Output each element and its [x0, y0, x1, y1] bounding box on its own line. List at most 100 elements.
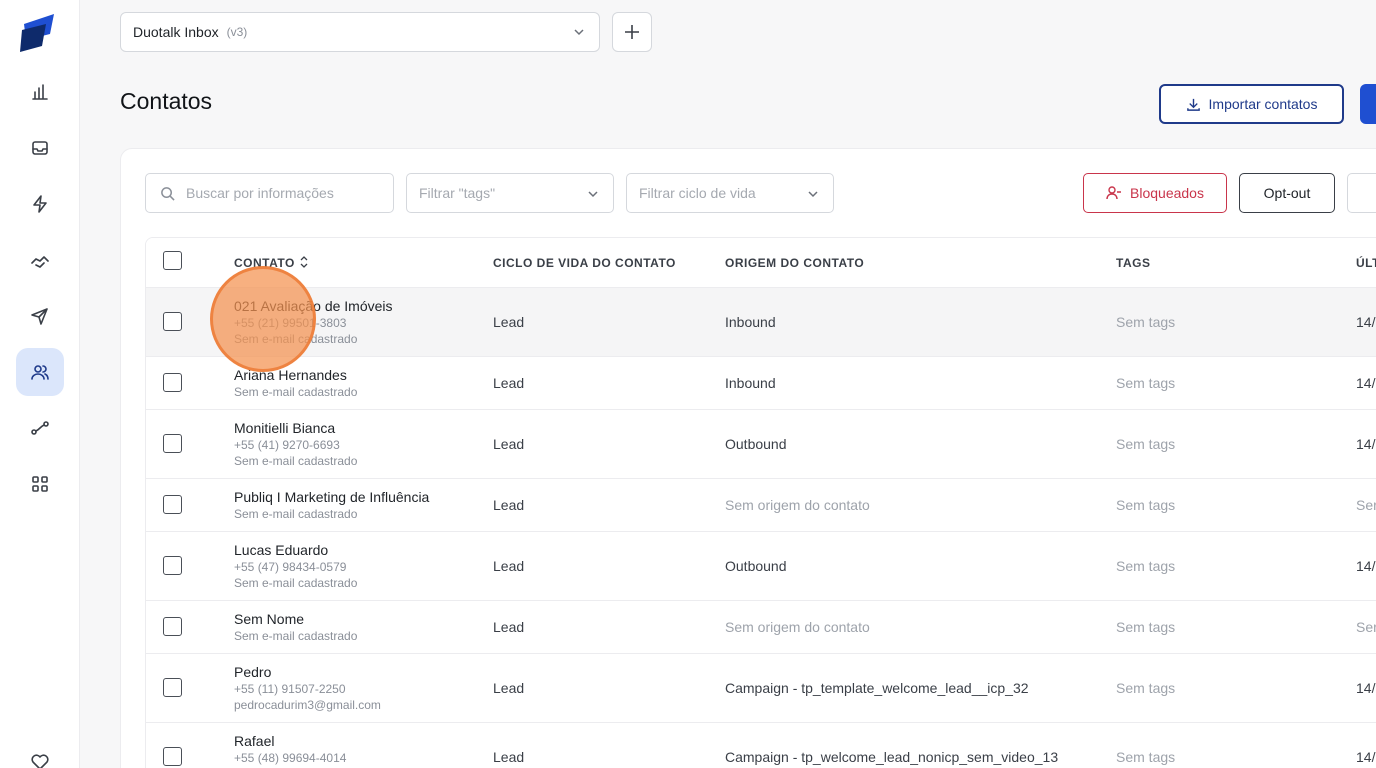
lifecycle-cell: Lead	[493, 749, 525, 765]
row-checkbox[interactable]	[163, 556, 182, 575]
optout-button[interactable]: Opt-out	[1239, 173, 1335, 213]
last-cell: Ser	[1356, 497, 1376, 513]
table-row[interactable]: Monitielli Bianca +55 (41) 9270-6693 Sem…	[146, 410, 1376, 479]
tags-cell: Sem tags	[1116, 619, 1176, 635]
contact-email: Sem e-mail cadastrado	[234, 385, 358, 399]
contact-email: Sem e-mail cadastrado	[234, 454, 358, 468]
last-cell: 14/	[1356, 436, 1376, 452]
row-checkbox[interactable]	[163, 678, 182, 697]
chevron-down-icon	[574, 29, 584, 36]
contact-name[interactable]: 021 Avaliação de Imóveis	[234, 297, 393, 315]
inbox-name: Duotalk Inbox	[133, 24, 219, 40]
header-last: ÚLT	[1356, 256, 1376, 270]
contact-name[interactable]: Monitielli Bianca	[234, 419, 357, 437]
contact-phone: +55 (41) 9270-6693	[234, 438, 340, 452]
filter-lifecycle-select[interactable]: Filtrar ciclo de vida	[626, 173, 834, 213]
contact-name[interactable]: Publiq I Marketing de Influência	[234, 488, 429, 506]
origin-cell: Outbound	[725, 436, 787, 452]
contact-phone: +55 (48) 99694-4014	[234, 751, 347, 765]
bar-chart-icon	[32, 84, 48, 100]
contact-email: pedrocadurim3@gmail.com	[234, 698, 381, 712]
contact-cell: Lucas Eduardo +55 (47) 98434-0579 Sem e-…	[234, 541, 357, 591]
contact-email: Sem e-mail cadastrado	[234, 332, 358, 346]
heart-icon	[31, 754, 49, 768]
nav-flows[interactable]	[16, 404, 64, 452]
row-checkbox[interactable]	[163, 495, 182, 514]
select-all-checkbox[interactable]	[163, 251, 182, 270]
import-contacts-label: Importar contatos	[1208, 96, 1318, 112]
tags-cell: Sem tags	[1116, 680, 1176, 696]
contact-name[interactable]: Ariana Hernandes	[234, 366, 357, 384]
inbox-select[interactable]: Duotalk Inbox (v3)	[120, 12, 600, 52]
contact-phone: +55 (11) 91507-2250	[234, 682, 346, 696]
inbox-version: (v3)	[226, 25, 248, 39]
contact-phone: +55 (47) 98434-0579	[234, 560, 347, 574]
sidebar	[0, 0, 80, 768]
origin-cell: Campaign - tp_welcome_lead_nonicp_sem_vi…	[725, 749, 1059, 765]
tags-cell: Sem tags	[1116, 314, 1176, 330]
inbox-icon	[32, 141, 48, 155]
send-icon	[31, 308, 48, 325]
contacts-table: CONTATO CICLO DE VIDA DO CONTATO ORIGEM …	[145, 237, 1376, 768]
user-minus-icon	[1106, 186, 1122, 200]
row-checkbox[interactable]	[163, 747, 182, 766]
table-row[interactable]: 021 Avaliação de Imóveis +55 (21) 99501-…	[146, 288, 1376, 357]
row-checkbox[interactable]	[163, 312, 182, 331]
contact-name[interactable]: Lucas Eduardo	[234, 541, 357, 559]
table-row[interactable]: Ariana Hernandes Sem e-mail cadastrado L…	[146, 357, 1376, 410]
header-lifecycle: CICLO DE VIDA DO CONTATO	[493, 256, 676, 270]
nav-apps[interactable]	[16, 460, 64, 508]
last-cell: 14/	[1356, 558, 1376, 574]
table-row[interactable]: Rafael +55 (48) 99694-4014 Lead Campaign…	[146, 723, 1376, 768]
search-input[interactable]: Buscar por informações	[145, 173, 394, 213]
contact-email: Sem e-mail cadastrado	[234, 629, 358, 643]
lifecycle-cell: Lead	[493, 497, 525, 513]
search-placeholder: Buscar por informações	[186, 185, 334, 201]
add-inbox-button[interactable]	[612, 12, 652, 52]
row-checkbox[interactable]	[163, 373, 182, 392]
contact-email: Sem e-mail cadastrado	[234, 576, 358, 590]
blocked-button[interactable]: Bloqueados	[1083, 173, 1227, 213]
table-row[interactable]: Lucas Eduardo +55 (47) 98434-0579 Sem e-…	[146, 532, 1376, 601]
tags-cell: Sem tags	[1116, 749, 1176, 765]
row-checkbox[interactable]	[163, 434, 182, 453]
lifecycle-cell: Lead	[493, 619, 525, 635]
lifecycle-cell: Lead	[493, 375, 525, 391]
lightning-icon	[33, 195, 47, 213]
tags-cell: Sem tags	[1116, 436, 1176, 452]
table-row[interactable]: Pedro +55 (11) 91507-2250 pedrocadurim3@…	[146, 654, 1376, 723]
last-cell: 14/	[1356, 749, 1376, 765]
nav-reports[interactable]	[16, 68, 64, 116]
chevron-down-icon	[588, 191, 598, 198]
origin-cell: Inbound	[725, 314, 776, 330]
table-row[interactable]: Publiq I Marketing de Influência Sem e-m…	[146, 479, 1376, 532]
row-checkbox[interactable]	[163, 617, 182, 636]
nav-deals[interactable]	[16, 236, 64, 284]
tags-cell: Sem tags	[1116, 375, 1176, 391]
nav-campaigns[interactable]	[16, 292, 64, 340]
duotalk-logo[interactable]	[20, 12, 60, 52]
contact-name[interactable]: Sem Nome	[234, 610, 357, 628]
contact-name[interactable]: Rafael	[234, 732, 346, 750]
contact-cell: Pedro +55 (11) 91507-2250 pedrocadurim3@…	[234, 663, 381, 713]
contact-cell: Sem Nome Sem e-mail cadastrado	[234, 610, 357, 644]
nav-bottom[interactable]	[16, 738, 64, 768]
more-filters-button[interactable]	[1347, 173, 1376, 213]
header-contact[interactable]: CONTATO	[234, 256, 309, 270]
tags-cell: Sem tags	[1116, 497, 1176, 513]
origin-cell: Inbound	[725, 375, 776, 391]
contact-name[interactable]: Pedro	[234, 663, 381, 681]
search-icon	[161, 187, 175, 201]
nav-automations[interactable]	[16, 180, 64, 228]
new-contact-button[interactable]	[1360, 84, 1376, 124]
lifecycle-cell: Lead	[493, 314, 525, 330]
nav-contacts[interactable]	[16, 348, 64, 396]
nav-inbox[interactable]	[16, 124, 64, 172]
header-origin: ORIGEM DO CONTATO	[725, 256, 865, 270]
lifecycle-cell: Lead	[493, 558, 525, 574]
filter-tags-placeholder: Filtrar "tags"	[419, 185, 496, 201]
origin-cell: Campaign - tp_template_welcome_lead__icp…	[725, 680, 1029, 696]
import-contacts-button[interactable]: Importar contatos	[1159, 84, 1344, 124]
filter-tags-select[interactable]: Filtrar "tags"	[406, 173, 614, 213]
table-row[interactable]: Sem Nome Sem e-mail cadastrado Lead Sem …	[146, 601, 1376, 654]
